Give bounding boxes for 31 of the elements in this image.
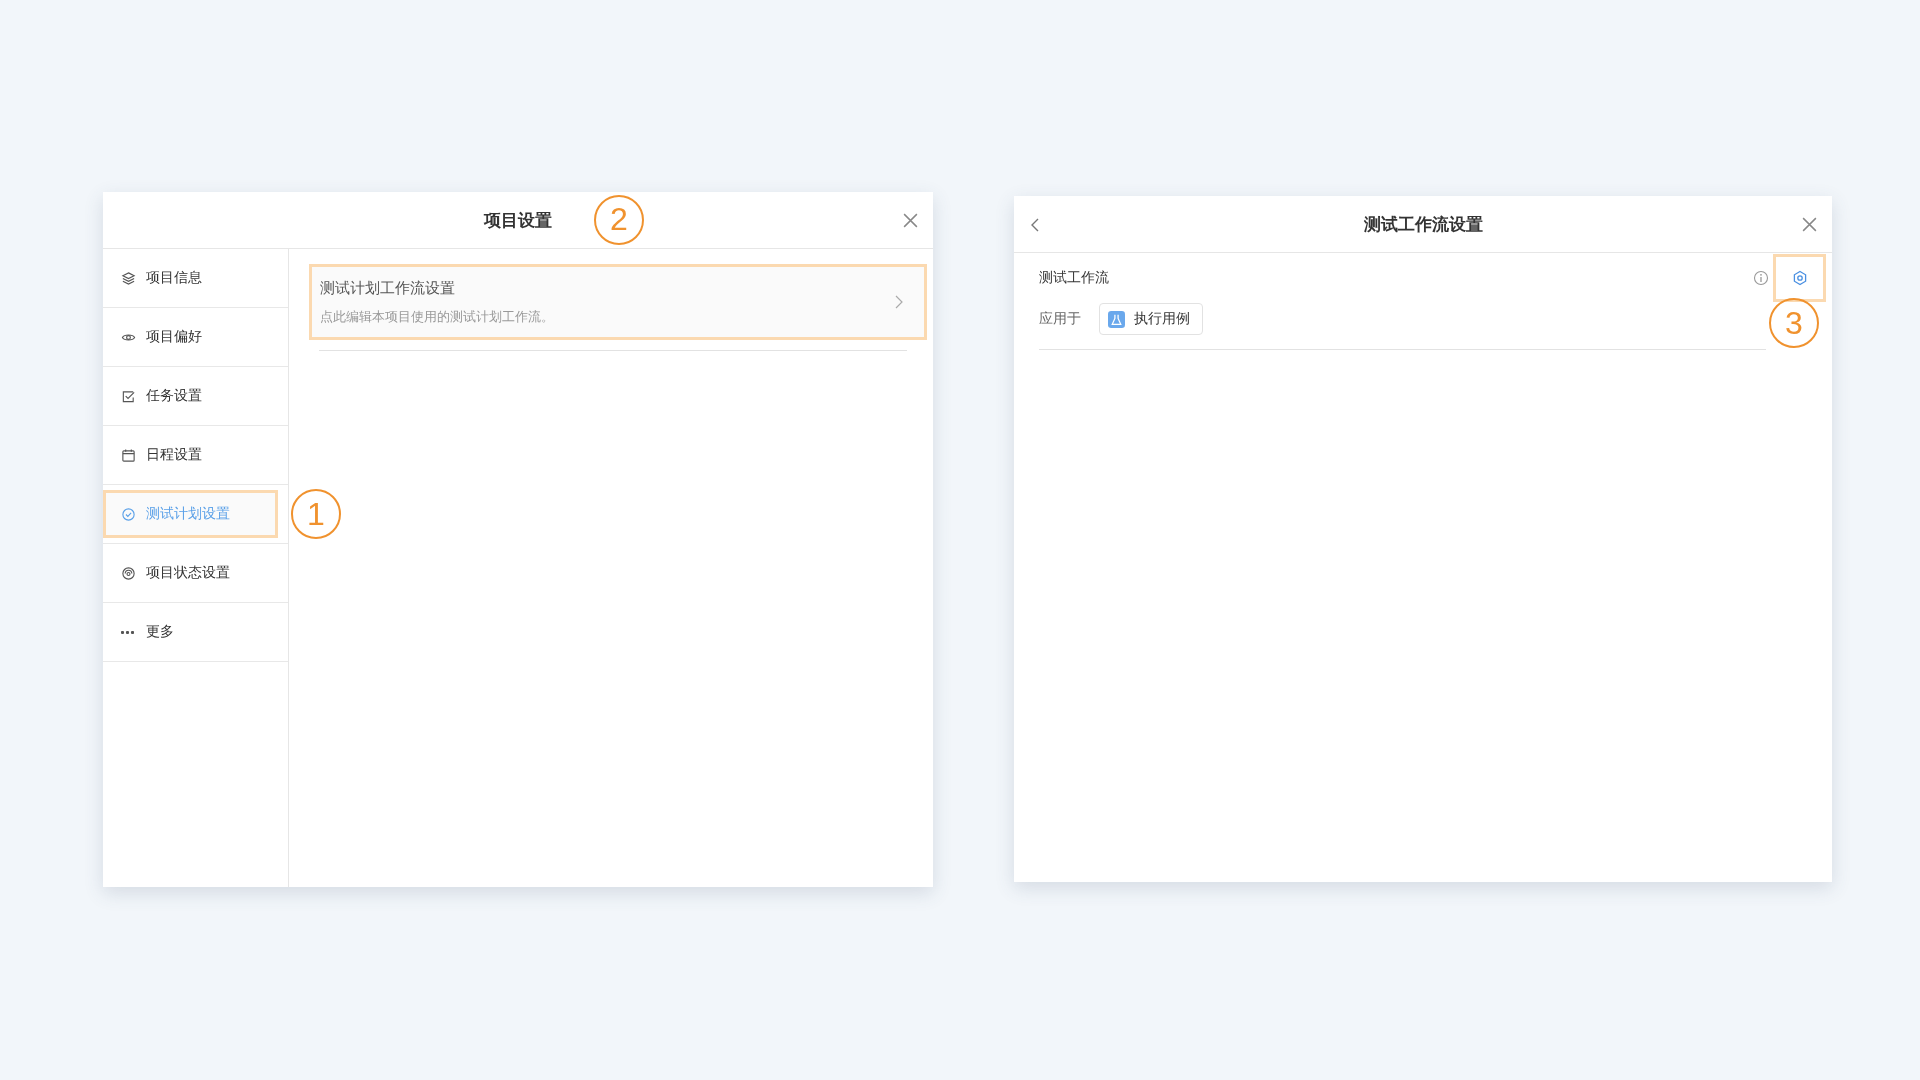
settings-icon [1791, 270, 1808, 286]
info-icon[interactable] [1753, 270, 1769, 286]
card-description: 点此编辑本项目使用的测试计划工作流。 [320, 307, 554, 326]
calendar-icon [121, 447, 136, 463]
chevron-right-icon [894, 294, 904, 310]
card-title: 测试计划工作流设置 [320, 278, 456, 298]
target-icon [121, 565, 136, 581]
callout-number: 1 [291, 489, 341, 539]
check-circle-icon [121, 506, 136, 522]
back-icon[interactable] [1030, 217, 1040, 233]
scope-tag: 执行用例 [1099, 303, 1203, 335]
applies-to-label: 应用于 [1039, 310, 1081, 328]
workflow-name: 测试工作流 [1039, 269, 1109, 287]
callout-number: 2 [594, 194, 644, 245]
sidebar-item[interactable]: 任务设置 [103, 367, 278, 425]
sidebar-item[interactable]: 项目状态设置 [103, 544, 278, 602]
checkbox-icon [121, 388, 136, 404]
sidebar-item[interactable]: 项目偏好 [103, 308, 278, 366]
sidebar-item[interactable]: 日程设置 [103, 426, 278, 484]
workflow-settings-card[interactable]: 测试计划工作流设置 点此编辑本项目使用的测试计划工作流。 [309, 264, 927, 340]
dialog-title: 项目设置 [484, 209, 552, 230]
sidebar-item[interactable]: 更多 [103, 603, 278, 661]
layers-icon [121, 270, 136, 286]
flask-icon [1108, 310, 1125, 328]
sidebar-item[interactable]: 项目信息 [103, 249, 278, 307]
close-icon[interactable] [902, 212, 919, 229]
dialog-title: 测试工作流设置 [1363, 212, 1483, 236]
settings-button[interactable] [1773, 254, 1826, 302]
more-icon [121, 630, 134, 634]
close-icon[interactable] [1801, 216, 1818, 233]
callout-number: 3 [1769, 298, 1819, 348]
